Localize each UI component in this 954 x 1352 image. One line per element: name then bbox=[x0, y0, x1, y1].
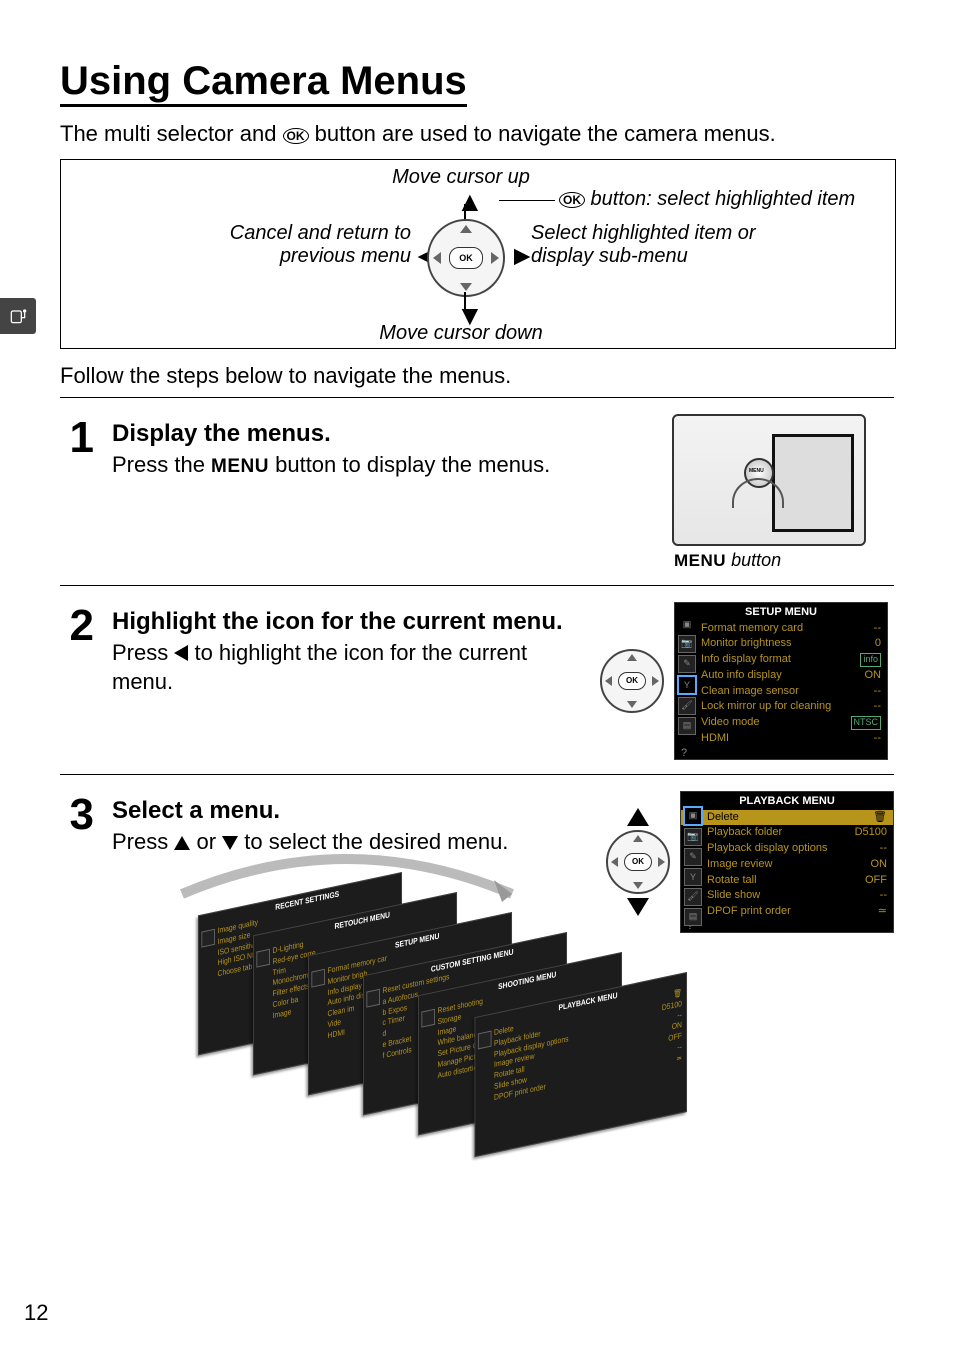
pb-pencil-icon: ✎ bbox=[684, 848, 702, 866]
setup-menu-header: SETUP MENU bbox=[675, 603, 887, 621]
step-2-text: Press to highlight the icon for the curr… bbox=[112, 638, 552, 697]
arrow-up-icon: ▲ bbox=[456, 188, 484, 216]
step-3-title: Select a menu. bbox=[112, 797, 582, 825]
menu-word-1: MENU bbox=[211, 456, 269, 477]
sb-cam-icon: 📷 bbox=[678, 635, 696, 653]
intro-pre: The multi selector and bbox=[60, 121, 283, 146]
menu-button-caption: MENU button bbox=[674, 550, 864, 571]
diag-cancel: Cancel and return to previous menu bbox=[151, 222, 411, 268]
pb-cam-icon: 📷 bbox=[684, 828, 702, 846]
diag-cancel-l2: previous menu bbox=[280, 245, 411, 267]
ok-pill-mini-3: OK bbox=[624, 853, 652, 871]
separator-2 bbox=[60, 585, 894, 586]
step-3-graphics: OK ▣ 📷 ✎ Y 🖌 ▤ PLAYBACK MENU Delete bbox=[606, 791, 894, 933]
separator-3 bbox=[60, 774, 894, 775]
diag-move-down: Move cursor down bbox=[361, 322, 561, 345]
playback-menu-row: Rotate tallOFF bbox=[681, 873, 893, 889]
setup-menu-row: Info display formatinfo bbox=[675, 652, 887, 668]
ok-icon-inline: OK bbox=[283, 128, 309, 144]
setup-menu-row: Video modeNTSC bbox=[675, 715, 887, 731]
sb-recent-icon: ▤ bbox=[678, 717, 696, 735]
pb-play-icon: ▣ bbox=[683, 806, 703, 826]
setup-menu-row: HDMI-- bbox=[675, 731, 887, 747]
menu-stack-illustration: RECENT SETTINGSImage qualityImage sizeIS… bbox=[162, 862, 582, 1122]
help-icon: ? bbox=[675, 747, 887, 759]
playback-menu-row: DPOF print order≃ bbox=[681, 904, 893, 920]
playback-menu-row: Playback display options-- bbox=[681, 841, 893, 857]
setup-menu-screen: ▣ 📷 ✎ Y 🖌 ▤ SETUP MENU Format memory car… bbox=[674, 602, 888, 760]
setup-menu-row: Lock mirror up for cleaning-- bbox=[675, 699, 887, 715]
playback-menu-screen: ▣ 📷 ✎ Y 🖌 ▤ PLAYBACK MENU Delete🗑Playbac… bbox=[680, 791, 894, 933]
indicator-down-icon bbox=[627, 898, 649, 916]
setup-menu-row: Auto info displayON bbox=[675, 668, 887, 684]
step-2-title: Highlight the icon for the current menu. bbox=[112, 608, 576, 636]
ok-icon-diagram: OK bbox=[559, 192, 585, 208]
intro-text: The multi selector and OK button are use… bbox=[60, 119, 894, 149]
step-2: 2 Highlight the icon for the current men… bbox=[60, 594, 894, 766]
playback-menu-row: Playback folderD5100 bbox=[681, 825, 893, 841]
step-2-graphics: OK ▣ 📷 ✎ Y 🖌 ▤ SETUP MENU Format memory … bbox=[600, 602, 888, 760]
setup-menu-row: Format memory card-- bbox=[675, 621, 887, 637]
caption-menu-word: MENU bbox=[674, 551, 726, 570]
ok-pill-mini-2: OK bbox=[618, 672, 646, 690]
mini-selector-2: OK bbox=[600, 649, 664, 713]
diag-select-l2: display sub-menu bbox=[531, 245, 688, 267]
camera-illustration bbox=[672, 414, 866, 546]
step-1-pre: Press the bbox=[112, 452, 211, 477]
sb-wrench-icon: Y bbox=[677, 675, 697, 695]
caption-rest: button bbox=[726, 550, 781, 570]
follow-text: Follow the steps below to navigate the m… bbox=[60, 363, 894, 389]
triangle-left-icon bbox=[174, 645, 188, 661]
ok-pill: OK bbox=[449, 247, 483, 269]
side-tab-icon bbox=[0, 298, 36, 334]
step-1-text: Press the MENU button to display the men… bbox=[112, 450, 552, 480]
sb-pencil-icon: ✎ bbox=[678, 655, 696, 673]
multi-selector-graphic: OK bbox=[427, 219, 501, 293]
step-3-num: 3 bbox=[60, 791, 94, 837]
indicator-up-icon bbox=[627, 808, 649, 826]
page-number: 12 bbox=[24, 1300, 48, 1326]
step-1-num: 1 bbox=[60, 414, 94, 571]
step-1-post: button to display the menus. bbox=[269, 452, 550, 477]
selector-diagram: Move cursor up ▲ Cancel and return to pr… bbox=[60, 159, 896, 349]
separator-1 bbox=[60, 397, 894, 398]
playback-menu-row: Slide show-- bbox=[681, 888, 893, 904]
playback-menu-row: Delete🗑 bbox=[681, 810, 893, 826]
sb-retouch-icon: 🖌 bbox=[678, 697, 696, 715]
setup-menu-row: Monitor brightness0 bbox=[675, 636, 887, 652]
pb-wrench-icon: Y bbox=[684, 868, 702, 886]
diag-ok-text: button: select highlighted item bbox=[585, 188, 855, 210]
step-2-num: 2 bbox=[60, 602, 94, 648]
mini-selector-3: OK bbox=[606, 830, 670, 894]
diag-ok-button: OK button: select highlighted item bbox=[559, 188, 889, 211]
diag-cancel-l1: Cancel and return to bbox=[230, 222, 411, 244]
pb-retouch-icon: 🖌 bbox=[684, 888, 702, 906]
page-title: Using Camera Menus bbox=[60, 60, 467, 107]
intro-post: button are used to navigate the camera m… bbox=[309, 121, 776, 146]
playback-menu-header: PLAYBACK MENU bbox=[681, 792, 893, 810]
diag-select-l1: Select highlighted item or bbox=[531, 222, 756, 244]
step-3: 3 Select a menu. Press or to select the … bbox=[60, 783, 894, 1129]
setup-menu-row: Clean image sensor-- bbox=[675, 684, 887, 700]
sb-play-icon: ▣ bbox=[679, 617, 695, 633]
pb-recent-icon: ▤ bbox=[684, 908, 702, 926]
help-icon-2: ? bbox=[681, 920, 893, 932]
playback-menu-row: Image reviewON bbox=[681, 857, 893, 873]
diag-select: Select highlighted item or display sub-m… bbox=[531, 222, 811, 268]
step-1-title: Display the menus. bbox=[112, 420, 626, 448]
step-1: 1 Display the menus. Press the MENU butt… bbox=[60, 406, 894, 577]
